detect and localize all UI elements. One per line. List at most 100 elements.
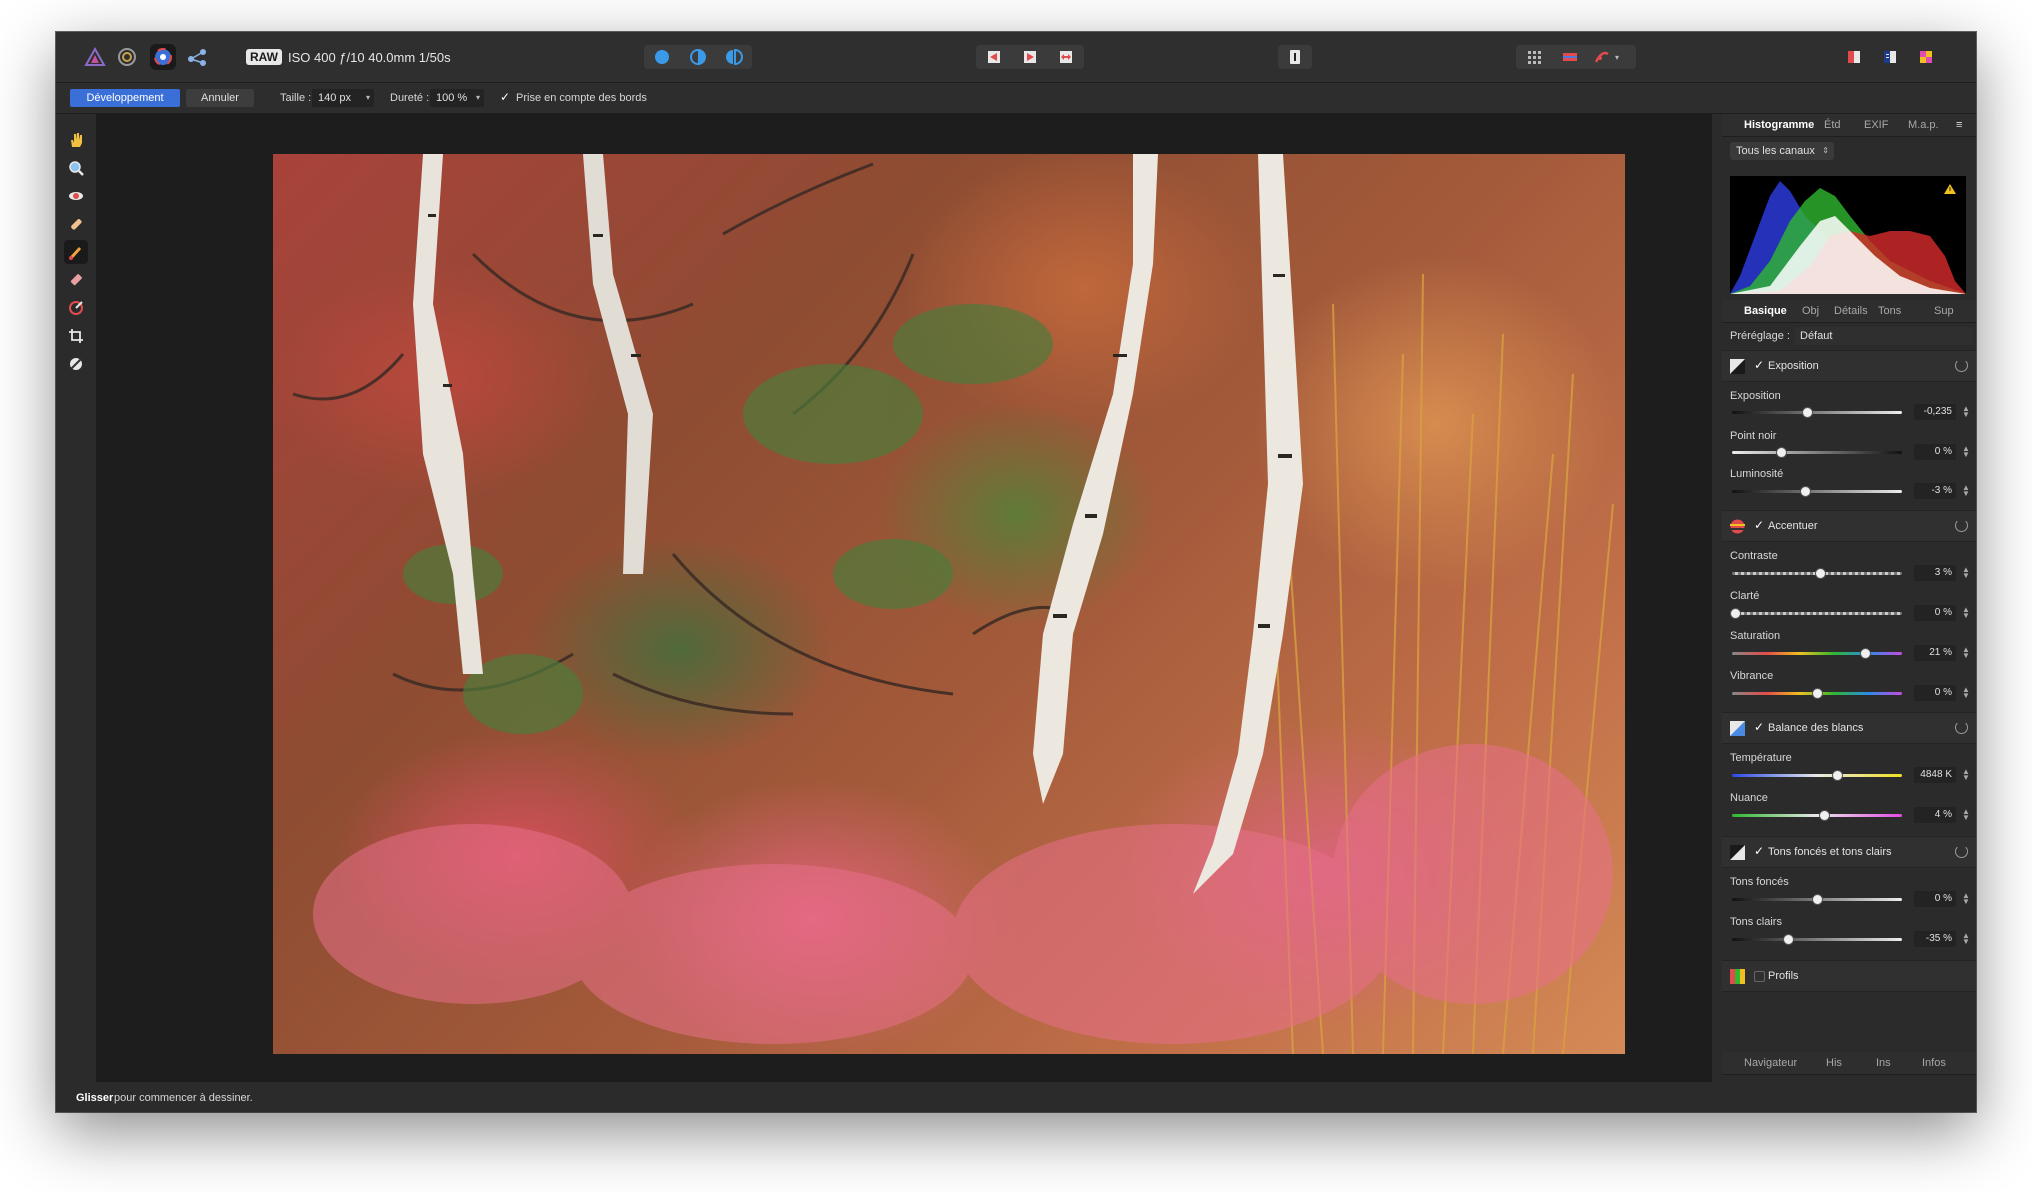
shadows-highlights-section-header[interactable]: ✓ Tons foncés et tons clairs	[1722, 836, 1976, 868]
clarity-value[interactable]: 0 %	[1914, 605, 1956, 621]
shadows-value[interactable]: 0 %	[1914, 891, 1956, 907]
tab-tones[interactable]: Tons	[1878, 305, 1901, 317]
slider-knob[interactable]	[1776, 447, 1788, 458]
tab-lens[interactable]: Obj	[1802, 305, 1819, 317]
split-view-icon[interactable]	[680, 45, 716, 69]
red-eye-tool-icon[interactable]	[64, 184, 88, 208]
cancel-button[interactable]: Annuler	[186, 89, 254, 107]
canvas-area[interactable]	[96, 114, 1712, 1082]
stepper-icon[interactable]: ▲ ▼	[1962, 646, 1970, 660]
slider-knob[interactable]	[1730, 608, 1742, 619]
grid-overlay-icon[interactable]	[1516, 45, 1552, 69]
black-point-slider[interactable]	[1732, 447, 1902, 458]
reset-icon[interactable]	[1955, 845, 1968, 858]
tint-slider[interactable]	[1732, 810, 1902, 821]
flip-icon[interactable]	[1048, 45, 1084, 69]
enhance-checkbox[interactable]: ✓	[1754, 518, 1764, 532]
profiles-section-header[interactable]: Profils	[1722, 960, 1976, 992]
temperature-slider[interactable]	[1732, 770, 1902, 781]
before-after-icon[interactable]	[1836, 45, 1872, 69]
stepper-icon[interactable]: ▲ ▼	[1962, 686, 1970, 700]
stepper-icon[interactable]: ▲ ▼	[1962, 808, 1970, 822]
overlay-erase-tool-icon[interactable]	[64, 268, 88, 292]
exposure-slider[interactable]	[1732, 407, 1902, 418]
tab-exif[interactable]: EXIF	[1864, 119, 1888, 131]
enhance-section-header[interactable]: ✓ Accentuer	[1722, 510, 1976, 542]
panel-menu-icon[interactable]: ≡	[1956, 119, 1962, 131]
reset-icon[interactable]	[1955, 359, 1968, 372]
zoom-tool-icon[interactable]	[64, 156, 88, 180]
blemish-tool-icon[interactable]	[64, 212, 88, 236]
tab-styles[interactable]: Étd	[1824, 119, 1841, 131]
vibrance-value[interactable]: 0 %	[1914, 685, 1956, 701]
mirror-view-icon[interactable]	[716, 45, 752, 69]
highlights-value[interactable]: -35 %	[1914, 931, 1956, 947]
preset-select[interactable]: Défaut	[1794, 327, 1974, 345]
shadows-slider[interactable]	[1732, 894, 1902, 905]
stepper-icon[interactable]: ▲ ▼	[1962, 445, 1970, 459]
tab-overlays[interactable]: Sup	[1934, 305, 1954, 317]
slider-knob[interactable]	[1812, 688, 1823, 699]
liquify-persona-icon[interactable]	[114, 44, 140, 70]
develop-persona-icon[interactable]	[150, 44, 176, 70]
clipping-overlay-icon[interactable]	[1552, 45, 1588, 69]
crop-tool-icon[interactable]	[64, 324, 88, 348]
stepper-icon[interactable]: ▲ ▼	[1962, 892, 1970, 906]
brightness-value[interactable]: -3 %	[1914, 483, 1956, 499]
white-balance-checkbox[interactable]: ✓	[1754, 720, 1764, 734]
gradient-tool-icon[interactable]	[64, 296, 88, 320]
temperature-value[interactable]: 4848 K	[1914, 767, 1956, 783]
tab-basic[interactable]: Basique	[1744, 305, 1787, 317]
export-persona-icon[interactable]	[184, 44, 210, 70]
slider-knob[interactable]	[1783, 934, 1795, 945]
stepper-icon[interactable]: ▲ ▼	[1962, 932, 1970, 946]
exposure-checkbox[interactable]: ✓	[1754, 358, 1764, 372]
stepper-icon[interactable]: ▲ ▼	[1962, 606, 1970, 620]
develop-button[interactable]: Développement	[70, 89, 180, 107]
exposure-value[interactable]: -0,235	[1914, 404, 1956, 420]
color-panel-icon[interactable]	[1908, 45, 1944, 69]
slider-knob[interactable]	[1832, 770, 1844, 781]
tint-value[interactable]: 4 %	[1914, 807, 1956, 823]
overlay-paint-tool-icon[interactable]	[64, 240, 88, 264]
stepper-icon[interactable]: ▲ ▼	[1962, 405, 1970, 419]
tab-details[interactable]: Détails	[1834, 305, 1868, 317]
stepper-icon[interactable]: ▲ ▼	[1962, 768, 1970, 782]
saturation-slider[interactable]	[1732, 648, 1902, 659]
vibrance-slider[interactable]	[1732, 688, 1902, 699]
edges-checkbox[interactable]: ✓	[500, 90, 510, 104]
rotate-right-icon[interactable]	[976, 45, 1012, 69]
tab-insert[interactable]: Ins	[1876, 1057, 1891, 1069]
rotate-left-icon[interactable]	[1012, 45, 1048, 69]
single-view-icon[interactable]	[644, 45, 680, 69]
stepper-icon[interactable]: ▲ ▼	[1962, 566, 1970, 580]
layers-panel-icon[interactable]	[1872, 45, 1908, 69]
white-balance-section-header[interactable]: ✓ Balance des blancs	[1722, 712, 1976, 744]
photo-persona-icon[interactable]	[82, 44, 108, 70]
white-balance-tool-icon[interactable]	[64, 352, 88, 376]
tab-history[interactable]: His	[1826, 1057, 1842, 1069]
reset-icon[interactable]	[1955, 721, 1968, 734]
hand-tool-icon[interactable]	[64, 128, 88, 152]
profiles-checkbox[interactable]	[1754, 971, 1765, 982]
clarity-slider[interactable]	[1730, 608, 1902, 619]
channel-select[interactable]: Tous les canaux ⇕	[1730, 142, 1834, 160]
tab-focus-merge[interactable]: M.a.p.	[1908, 119, 1939, 131]
size-field[interactable]: 140 px ▾	[312, 89, 374, 107]
reset-icon[interactable]	[1955, 519, 1968, 532]
slider-knob[interactable]	[1818, 810, 1830, 821]
tab-navigator[interactable]: Navigateur	[1744, 1057, 1797, 1069]
highlights-slider[interactable]	[1732, 934, 1902, 945]
black-point-value[interactable]: 0 %	[1914, 444, 1956, 460]
exposure-section-header[interactable]: ✓ Exposition	[1722, 350, 1976, 382]
shadows-highlights-checkbox[interactable]: ✓	[1754, 844, 1764, 858]
tab-histogram[interactable]: Histogramme	[1744, 119, 1814, 131]
saturation-value[interactable]: 21 %	[1914, 645, 1956, 661]
mask-overlay-icon[interactable]: ▾	[1588, 45, 1624, 69]
contrast-value[interactable]: 3 %	[1914, 565, 1956, 581]
slider-knob[interactable]	[1801, 407, 1813, 418]
info-icon[interactable]	[1278, 45, 1312, 69]
contrast-slider[interactable]	[1732, 568, 1902, 579]
slider-knob[interactable]	[1800, 486, 1812, 497]
brightness-slider[interactable]	[1732, 486, 1902, 497]
